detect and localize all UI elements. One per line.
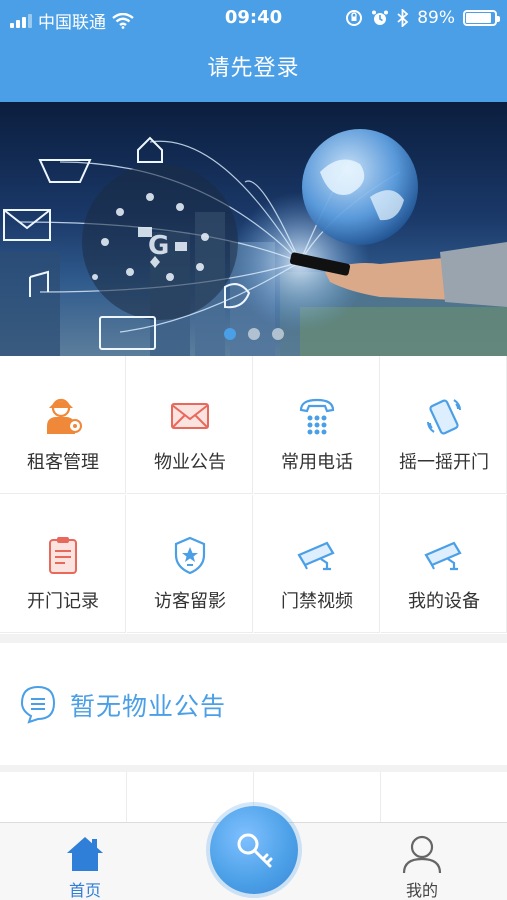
carousel-dot[interactable]	[271, 328, 284, 340]
tab-mine[interactable]: 我的	[362, 823, 482, 900]
menu-common-phone[interactable]: 常用电话	[254, 356, 380, 494]
battery-percent: 89%	[417, 8, 455, 28]
nav-bar: 请先登录	[0, 36, 507, 102]
tab-home[interactable]: 首页	[25, 823, 145, 900]
shake-phone-icon	[427, 399, 461, 435]
clipboard-icon	[49, 537, 77, 574]
chat-bubble-icon	[20, 685, 56, 724]
menu-label: 访客留影	[154, 591, 226, 612]
menu-visitor-photo[interactable]: 访客留影	[127, 495, 253, 633]
cctv-camera-icon	[424, 541, 462, 571]
home-icon	[67, 837, 103, 871]
notice-text: 暂无物业公告	[70, 692, 227, 721]
menu-my-devices[interactable]: 我的设备	[381, 495, 507, 633]
carousel-dot[interactable]	[247, 328, 260, 340]
tab-home-label: 首页	[68, 881, 101, 900]
carousel-dot[interactable]	[223, 328, 236, 340]
status-right: 89%	[345, 8, 500, 28]
telephone-icon	[299, 398, 335, 435]
banner-carousel[interactable]: G	[0, 102, 507, 356]
menu-tenant-manage[interactable]: 租客管理	[0, 356, 126, 494]
menu-label: 门禁视频	[281, 591, 353, 612]
menu-property-notice[interactable]: 物业公告	[127, 356, 253, 494]
menu-access-video[interactable]: 门禁视频	[254, 495, 380, 633]
carousel-dots	[0, 328, 507, 340]
function-grid: 租客管理 物业公告 常用电话 摇一摇开门 开门记录 访客留影 门禁视频 我的设备	[0, 356, 507, 634]
menu-shake-open[interactable]: 摇一摇开门	[381, 356, 507, 494]
orientation-lock-icon	[346, 10, 363, 26]
menu-label: 常用电话	[281, 452, 353, 473]
user-icon	[402, 835, 442, 873]
menu-label: 我的设备	[408, 591, 480, 612]
bluetooth-icon	[397, 9, 409, 27]
key-icon	[237, 833, 273, 868]
shield-badge-icon	[174, 536, 206, 575]
envelope-icon	[171, 403, 209, 429]
notice-bar[interactable]: 暂无物业公告	[0, 643, 507, 765]
unlock-button[interactable]	[210, 806, 298, 894]
cctv-camera-icon	[297, 541, 335, 571]
status-bar: 中国联通 09:40 89%	[0, 0, 507, 36]
alarm-icon	[372, 10, 389, 25]
menu-label: 物业公告	[154, 452, 226, 473]
tab-mine-label: 我的	[405, 881, 438, 900]
tenant-manage-icon	[47, 398, 82, 434]
banner-image: G	[0, 129, 507, 356]
menu-label: 开门记录	[27, 591, 99, 612]
battery-icon	[463, 10, 500, 26]
menu-open-record[interactable]: 开门记录	[0, 495, 126, 633]
menu-label: 摇一摇开门	[399, 452, 489, 473]
menu-label: 租客管理	[27, 452, 99, 473]
page-title[interactable]: 请先登录	[0, 36, 507, 102]
svg-text:G: G	[148, 231, 169, 261]
